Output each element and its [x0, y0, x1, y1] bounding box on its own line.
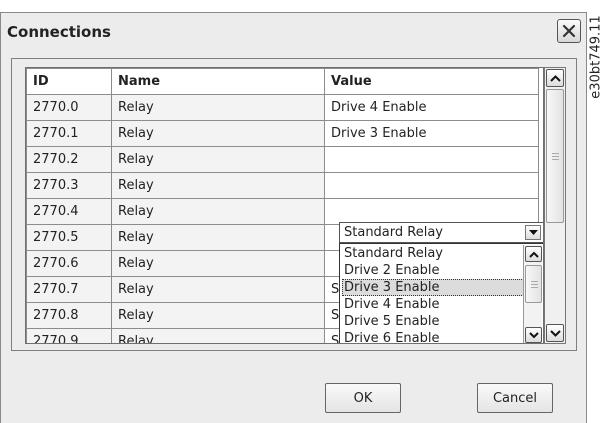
title-bar: Connections [1, 13, 586, 51]
cell-id: 2770.0 [26, 94, 112, 121]
value-select-text: Standard Relay [344, 225, 443, 240]
column-header-id[interactable]: ID [26, 68, 112, 95]
cell-name: Relay [111, 224, 325, 251]
chevron-up-icon [528, 251, 539, 258]
table-header-row: ID Name Value [26, 68, 539, 95]
chevron-down-icon [528, 331, 539, 338]
dropdown-option[interactable]: Drive 6 Enable [342, 330, 524, 343]
dropdown-option[interactable]: Drive 5 Enable [342, 313, 524, 330]
cell-name: Relay [111, 94, 325, 121]
table-row[interactable]: 2770.0 Relay Drive 4 Enable [26, 94, 539, 121]
value-dropdown-list: Standard Relay Drive 2 Enable Drive 3 Enab… [339, 243, 543, 343]
cell-name: Relay [111, 328, 325, 343]
cell-name: Relay [111, 172, 325, 199]
dropdown-option[interactable]: Drive 2 Enable [342, 262, 524, 279]
grip-icon [552, 153, 559, 154]
connections-panel: ID Name Value 2770.0 Relay Drive 4 Enable 2… [11, 58, 577, 351]
cell-id: 2770.4 [26, 198, 112, 225]
value-select[interactable]: Standard Relay [339, 222, 543, 243]
chevron-down-icon [528, 229, 538, 235]
dropdown-scroll-up-button[interactable] [525, 246, 542, 262]
table-row[interactable]: 2770.4 Relay [26, 198, 539, 225]
chevron-up-icon [549, 74, 561, 82]
grip-icon [531, 281, 538, 282]
cell-id: 2770.6 [26, 250, 112, 277]
cell-value[interactable] [324, 146, 539, 173]
column-header-name[interactable]: Name [111, 68, 325, 95]
cancel-button[interactable]: Cancel [477, 383, 553, 413]
ok-button[interactable]: OK [325, 383, 401, 413]
figure-code: e30bt749.11 [588, 2, 604, 112]
dialog-title: Connections [7, 23, 111, 41]
table-row[interactable]: 2770.3 Relay [26, 172, 539, 199]
cell-value[interactable]: Drive 4 Enable [324, 94, 539, 121]
dropdown-option[interactable]: Drive 4 Enable [342, 296, 524, 313]
cell-name: Relay [111, 250, 325, 277]
cell-value[interactable]: Drive 3 Enable [324, 120, 539, 147]
chevron-down-icon [549, 329, 561, 337]
close-button[interactable] [557, 19, 581, 43]
table-row[interactable]: 2770.1 Relay Drive 3 Enable [26, 120, 539, 147]
cell-id: 2770.5 [26, 224, 112, 251]
dropdown-option[interactable]: Standard Relay [342, 245, 524, 262]
cell-name: Relay [111, 120, 325, 147]
cell-id: 2770.8 [26, 302, 112, 329]
cell-id: 2770.1 [26, 120, 112, 147]
cell-value[interactable] [324, 172, 539, 199]
cell-value[interactable] [324, 198, 539, 225]
close-icon [562, 24, 576, 38]
cell-id: 2770.7 [26, 276, 112, 303]
cell-name: Relay [111, 146, 325, 173]
dropdown-scroll-thumb[interactable] [525, 265, 542, 303]
cell-name: Relay [111, 302, 325, 329]
connections-dialog: Connections ID Name Value 2770.0 Relay D… [0, 12, 587, 423]
grid-scrollbar[interactable] [544, 67, 566, 344]
column-header-value[interactable]: Value [324, 68, 539, 95]
grid-scroll-thumb[interactable] [546, 89, 564, 223]
cell-name: Relay [111, 276, 325, 303]
figure-code-text: e30bt749.11 [588, 15, 604, 99]
cell-id: 2770.3 [26, 172, 112, 199]
table-row[interactable]: 2770.2 Relay [26, 146, 539, 173]
cell-id: 2770.2 [26, 146, 112, 173]
dropdown-option[interactable]: Drive 3 Enable [342, 279, 524, 296]
value-select-toggle[interactable] [525, 225, 541, 240]
dropdown-scroll-down-button[interactable] [525, 327, 542, 343]
grid-scroll-up-button[interactable] [546, 69, 564, 87]
cell-id: 2770.9 [26, 328, 112, 343]
grid-scroll-down-button[interactable] [546, 324, 564, 342]
dropdown-scrollbar[interactable] [523, 245, 542, 343]
connections-grid: ID Name Value 2770.0 Relay Drive 4 Enable 2… [25, 67, 544, 344]
cell-name: Relay [111, 198, 325, 225]
